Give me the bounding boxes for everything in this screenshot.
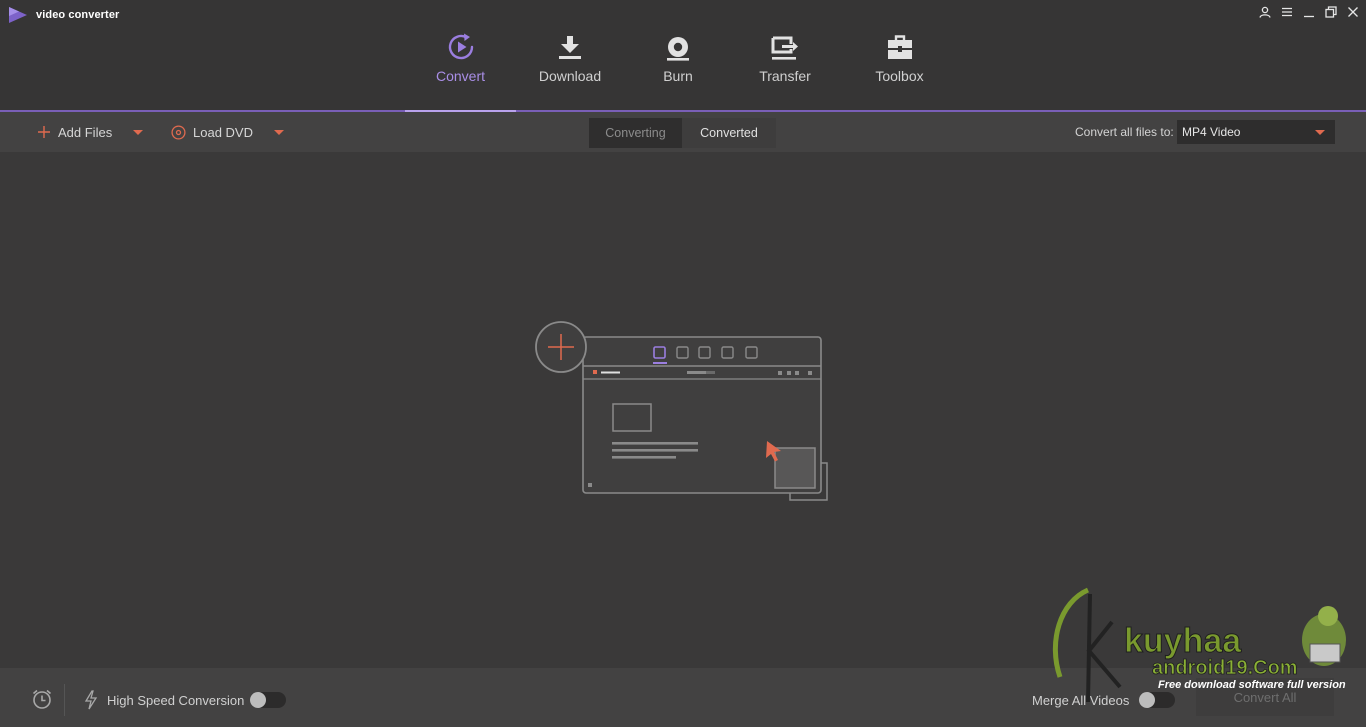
toggle-knob	[250, 692, 266, 708]
lightning-icon	[84, 690, 98, 710]
chevron-down-icon	[1315, 130, 1325, 135]
watermark-logo: kuyhaa android19.Com	[1052, 587, 1346, 703]
menu-icon[interactable]	[1276, 1, 1298, 23]
convert-icon	[448, 33, 473, 60]
minimize-icon[interactable]	[1298, 1, 1320, 23]
output-format-select[interactable]: MP4 Video	[1177, 120, 1335, 144]
output-format-value: MP4 Video	[1182, 125, 1241, 139]
add-files-button[interactable]: Add Files	[37, 112, 144, 152]
toolbox-icon	[887, 35, 912, 59]
nav-convert-label: Convert	[435, 68, 486, 84]
restore-icon[interactable]	[1320, 1, 1342, 23]
watermark-brand: kuyhaa	[1124, 622, 1242, 660]
add-files-dropdown-icon[interactable]	[133, 129, 144, 135]
burn-disc-icon	[667, 37, 689, 61]
dvd-icon	[171, 124, 186, 140]
transfer-icon	[771, 36, 798, 60]
high-speed-toggle[interactable]	[250, 692, 286, 708]
bottom-divider	[64, 684, 65, 716]
load-dvd-dropdown-icon[interactable]	[273, 129, 284, 135]
toolbar: Add Files Load DVD Converting Converted …	[0, 112, 1366, 152]
download-icon	[559, 36, 581, 59]
nav-burn-label: Burn	[663, 68, 693, 84]
convert-all-label: Convert all files to:	[1075, 125, 1174, 139]
nav-toolbox[interactable]: Toolbox	[839, 30, 960, 110]
nav-transfer[interactable]: Transfer	[731, 30, 839, 110]
tab-converted[interactable]: Converted	[682, 118, 776, 148]
account-icon[interactable]	[1254, 1, 1276, 23]
tab-converting[interactable]: Converting	[589, 118, 682, 148]
nav-download-label: Download	[538, 68, 602, 84]
nav-burn[interactable]: Burn	[625, 30, 731, 110]
empty-state-illustration[interactable]	[530, 317, 835, 507]
nav-convert[interactable]: Convert	[405, 30, 516, 110]
watermark-tagline: Free download software full version	[1158, 679, 1346, 691]
header: video converter Convert Download Burn Tr…	[0, 0, 1366, 112]
nav-transfer-label: Transfer	[759, 68, 811, 84]
add-files-label: Add Files	[58, 124, 113, 140]
schedule-alarm-icon[interactable]	[31, 688, 53, 710]
status-tabs: Converting Converted	[589, 118, 776, 148]
load-dvd-button[interactable]: Load DVD	[171, 112, 284, 152]
window-controls	[1254, 0, 1366, 24]
nav-toolbox-label: Toolbox	[875, 68, 924, 84]
app-logo-icon	[9, 7, 27, 23]
load-dvd-label: Load DVD	[193, 124, 253, 140]
high-speed-label: High Speed Conversion	[107, 693, 245, 708]
watermark-domain: android19.Com	[1152, 657, 1298, 679]
app-title: video converter	[36, 9, 120, 21]
close-icon[interactable]	[1342, 1, 1364, 23]
nav-download[interactable]: Download	[515, 30, 625, 110]
app-logo: video converter	[8, 6, 119, 24]
plus-icon	[38, 126, 50, 138]
